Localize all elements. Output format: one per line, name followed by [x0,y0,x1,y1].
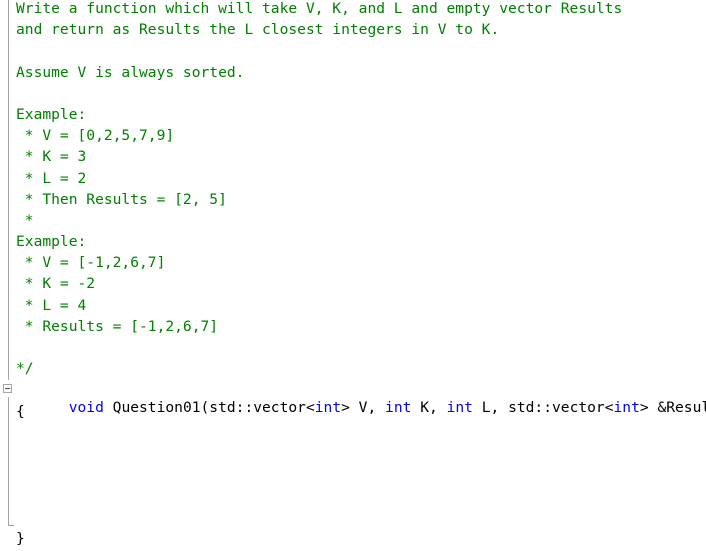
keyword-token: int [314,399,342,417]
code-token: Question01(std::vector< [103,399,315,417]
function-fold-end-marker [8,525,14,526]
comment-end-line: */ [16,360,34,378]
code-token: L, std::vector< [472,399,614,417]
code-editor[interactable]: Write a function which will take V, K, a… [0,0,706,547]
keyword-token: int [613,399,640,417]
comment-line: * V = [0,2,5,7,9] [16,127,175,145]
code-token: > V, [341,399,386,417]
comment-line: * [16,211,34,229]
function-body-line[interactable] [16,509,706,530]
code-token: K, [411,399,447,417]
comment-line: Assume V is always sorted. [16,63,245,81]
comment-line: * Results = [-1,2,6,7] [16,317,219,335]
comment-line: * V = [-1,2,6,7] [16,254,166,272]
comment-line: * L = 2 [16,169,87,187]
comment-line: * K = 3 [16,148,87,166]
comment-line: Write a function which will take V, K, a… [16,0,623,17]
function-body-line[interactable] [16,424,706,445]
keyword-token: void [68,399,104,417]
collapse-function-toggle-icon[interactable] [3,384,12,393]
comment-line [16,42,706,63]
comment-fold-guide [8,0,9,380]
comment-line: * K = -2 [16,275,96,293]
function-body-line[interactable] [16,466,706,487]
comment-line [16,85,706,106]
keyword-token: int [385,399,412,417]
comment-line: and return as Results the L closest inte… [16,21,500,39]
comment-line: Example: [16,105,87,123]
comment-line: * Then Results = [2, 5] [16,190,227,208]
function-body-line[interactable] [16,445,706,466]
comment-line [16,339,706,360]
comment-line: Example: [16,233,87,251]
code-token: > &Results) [639,399,706,417]
function-fold-guide [8,397,9,526]
code-lines: Write a function which will take V, K, a… [16,0,706,551]
function-body-line[interactable] [16,487,706,508]
comment-line: * L = 4 [16,296,87,314]
function-signature-line: void Question01(std::vector<int> V, int … [16,381,706,416]
keyword-token: int [446,399,473,417]
close-brace-line: } [16,529,25,547]
